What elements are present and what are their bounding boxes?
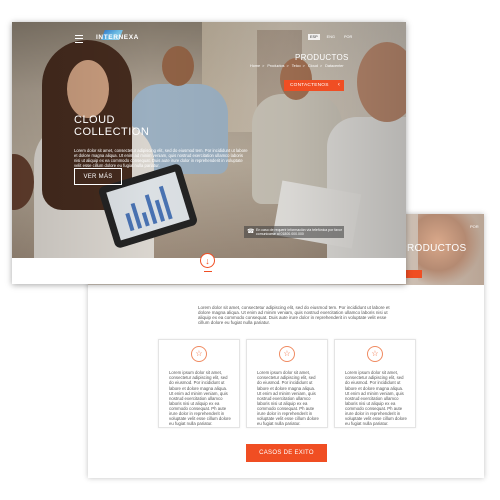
contact-button-label: CONTACTENOS	[290, 83, 329, 88]
back-page-title: PRODUCTOS	[400, 243, 467, 254]
star-badge-icon: ☆	[367, 346, 383, 362]
logo-text: INTERNEXA	[96, 34, 139, 41]
breadcrumb: Home > Productos > Telco > Cloud > Datacente…	[250, 64, 344, 68]
logo[interactable]: INTERNEXA	[93, 29, 145, 45]
star-badge-icon: ☆	[279, 346, 295, 362]
language-option-eng[interactable]: ENG	[325, 34, 337, 40]
page-title: PRODUCTOS	[295, 53, 349, 62]
hero-title-line: COLLECTION	[74, 126, 150, 138]
hero-banner: INTERNEXA ESP ENG POR PRODUCTOS Home > Pr…	[12, 22, 406, 258]
contact-button[interactable]: CONTACTENOS ‹	[284, 80, 344, 91]
phone-info-text: En caso de requerir información vía tele…	[256, 227, 342, 236]
chevron-left-icon: ‹	[337, 82, 341, 88]
card-text: Lorem ipsum dolor sit amet, consectetur …	[345, 370, 407, 427]
arrow-down-circle-icon[interactable]: ↓	[200, 253, 215, 268]
breadcrumb-item[interactable]: Productos	[267, 64, 284, 68]
divider	[204, 271, 212, 272]
phone-icon: ☎	[247, 229, 255, 235]
hero-title: CLOUD COLLECTION	[74, 114, 194, 138]
language-option-por[interactable]: POR	[342, 34, 354, 40]
ver-mas-button[interactable]: VER MÁS	[74, 168, 122, 185]
language-option-esp[interactable]: ESP	[308, 34, 320, 40]
casos-de-exito-button[interactable]: CASOS DE EXITO	[246, 444, 327, 462]
card-text: Lorem ipsum dolor sit amet, consectetur …	[169, 370, 231, 427]
star-badge-icon: ☆	[191, 346, 207, 362]
hamburger-icon[interactable]	[75, 35, 83, 43]
breadcrumb-item[interactable]: Datacenter	[325, 64, 344, 68]
hero-title-line: CLOUD	[74, 114, 116, 126]
breadcrumb-item[interactable]: Telco	[292, 64, 301, 68]
language-switcher: ESP ENG POR	[308, 34, 358, 40]
feature-card: ☆ Lorem ipsum dolor sit amet, consectetu…	[334, 339, 416, 428]
breadcrumb-item[interactable]: Home	[250, 64, 260, 68]
first-page-preview: INTERNEXA ESP ENG POR PRODUCTOS Home > Pr…	[12, 22, 406, 284]
phone-info: ☎ En caso de requerir información vía te…	[244, 226, 344, 238]
card-text: Lorem ipsum dolor sit amet, consectetur …	[257, 370, 319, 427]
feature-card: ☆ Lorem ipsum dolor sit amet, consectetu…	[158, 339, 240, 428]
back-language[interactable]: POR	[470, 224, 479, 229]
feature-card: ☆ Lorem ipsum dolor sit amet, consectetu…	[246, 339, 328, 428]
breadcrumb-item[interactable]: Cloud	[308, 64, 318, 68]
hero-description: Lorem dolor sit amet, consectetur adipis…	[74, 148, 248, 169]
intro-paragraph: Lorem dolor sit amet, consectetur adipis…	[198, 304, 390, 326]
